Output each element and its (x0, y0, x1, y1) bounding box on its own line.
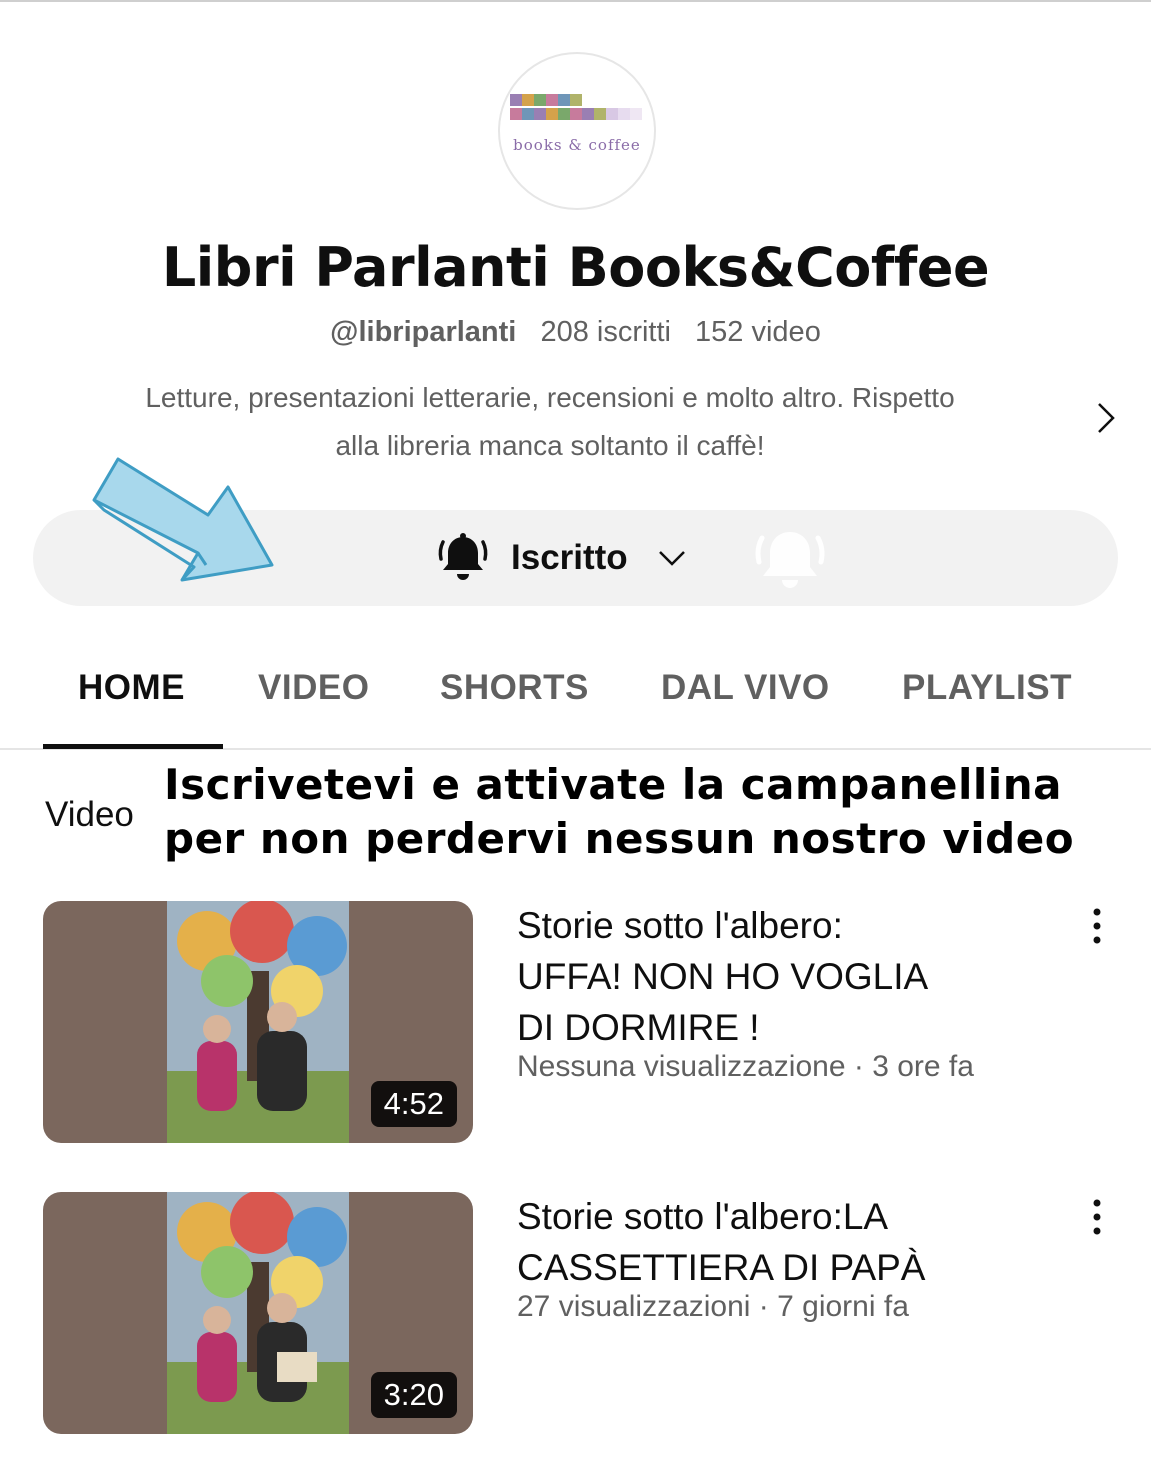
video-title-line: UFFA! NON HO VOGLIA (517, 956, 929, 997)
tab-dal-vivo[interactable]: DAL VIVO (661, 668, 830, 708)
annotation-line: Iscrivetevi e attivate la campanellina (164, 760, 1062, 809)
video-duration: 3:20 (370, 1372, 457, 1418)
video-meta: Nessuna visualizzazione · 3 ore fa (517, 1050, 974, 1083)
channel-avatar[interactable]: books & coffee (498, 52, 656, 210)
annotation-text: Iscrivetevi e attivate la campanellina p… (164, 758, 1144, 866)
tab-playlist[interactable]: PLAYLIST (902, 668, 1072, 708)
video-title[interactable]: Storie sotto l'albero:LA CASSETTIERA DI … (517, 1191, 1037, 1293)
video-title-line: DI DORMIRE ! (517, 1007, 760, 1048)
video-duration: 4:52 (370, 1081, 457, 1127)
video-title-line: CASSETTIERA DI PAPÀ (517, 1247, 926, 1288)
more-options-icon[interactable] (1084, 906, 1110, 946)
video-count: 152 video (695, 316, 821, 348)
subscribe-content[interactable]: Iscritto (435, 530, 690, 586)
faded-bell-icon (755, 532, 825, 588)
logo-blocks-icon (510, 94, 642, 120)
video-thumbnail[interactable]: 4:52 (43, 901, 473, 1143)
video-views: Nessuna visualizzazione (517, 1050, 846, 1083)
tab-video[interactable]: VIDEO (258, 668, 369, 708)
video-title-line: Storie sotto l'albero: (517, 905, 843, 946)
subscriber-count: 208 iscritti (540, 316, 671, 348)
channel-tabs: HOME VIDEO SHORTS DAL VIVO PLAYLIST (0, 668, 1151, 750)
description-line: Letture, presentazioni letterarie, recen… (145, 382, 955, 413)
video-views: 27 visualizzazioni (517, 1290, 751, 1323)
tab-home[interactable]: HOME (78, 668, 185, 708)
thumbnail-image (167, 1192, 349, 1434)
channel-handle[interactable]: @libriparlanti (330, 316, 516, 348)
video-meta: 27 visualizzazioni · 7 giorni fa (517, 1290, 909, 1323)
chevron-right-icon[interactable] (1090, 398, 1120, 438)
tab-shorts[interactable]: SHORTS (440, 668, 589, 708)
chevron-down-icon (658, 551, 685, 566)
video-title-line: Storie sotto l'albero:LA (517, 1196, 889, 1237)
thumbnail-image (167, 901, 349, 1143)
video-age: 3 ore fa (872, 1050, 974, 1083)
bell-ringing-icon (438, 533, 488, 580)
channel-meta: @libriparlanti 208 iscritti 152 video (0, 316, 1151, 349)
active-tab-indicator (43, 744, 223, 749)
logo-subtext: books & coffee (513, 136, 641, 154)
annotation-line: per non perdervi nessun nostro video (164, 814, 1075, 863)
video-age: 7 giorni fa (777, 1290, 909, 1323)
subscribe-label: Iscritto (511, 538, 628, 577)
annotation-arrow-icon (92, 457, 274, 582)
video-thumbnail[interactable]: 3:20 (43, 1192, 473, 1434)
video-title[interactable]: Storie sotto l'albero: UFFA! NON HO VOGL… (517, 900, 1037, 1053)
more-options-icon[interactable] (1084, 1197, 1110, 1237)
section-title: Video (45, 795, 134, 834)
channel-name: Libri Parlanti Books&Coffee (161, 236, 990, 299)
top-border (0, 0, 1151, 2)
